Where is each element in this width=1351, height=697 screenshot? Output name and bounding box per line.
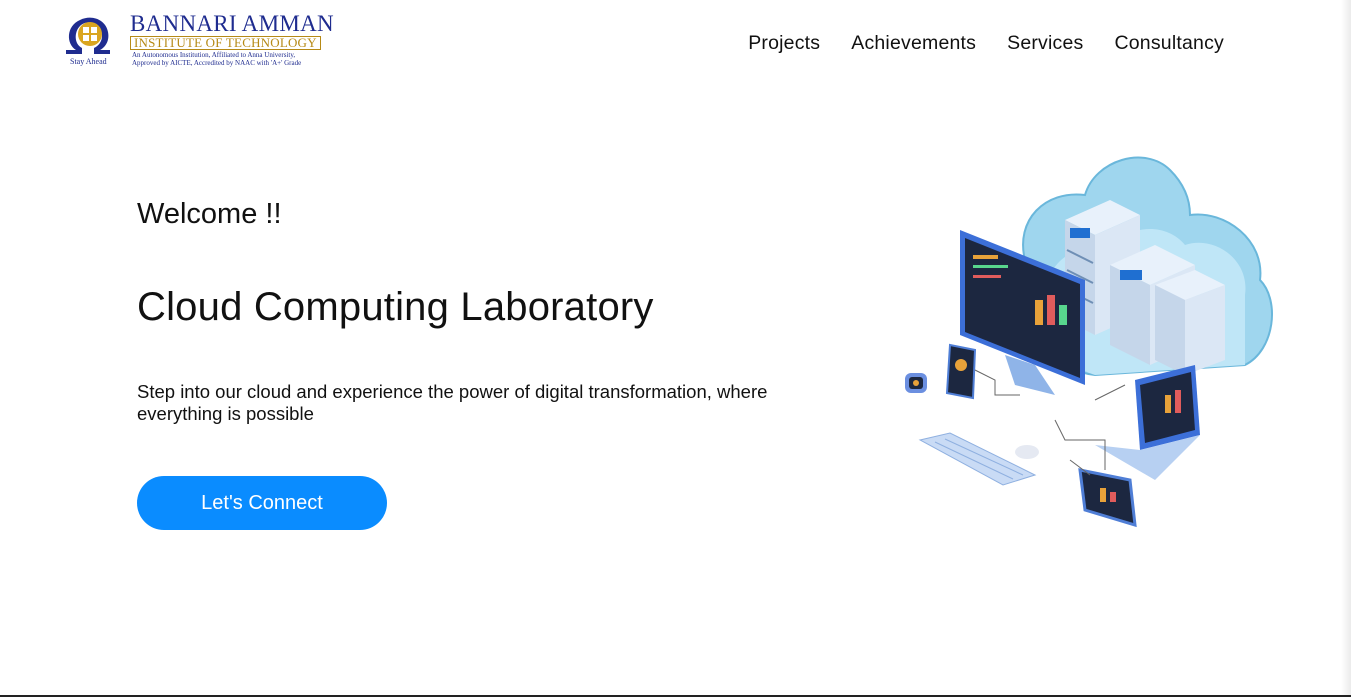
hero-description: Step into our cloud and experience the p… — [137, 381, 768, 424]
logo-tagline: Stay Ahead — [70, 57, 107, 66]
nav-achievements[interactable]: Achievements — [851, 32, 976, 55]
scrollbar-track[interactable] — [1341, 0, 1351, 695]
lets-connect-button[interactable]: Let's Connect — [137, 476, 387, 530]
nav-consultancy[interactable]: Consultancy — [1114, 32, 1224, 55]
nav-projects[interactable]: Projects — [748, 32, 820, 55]
logo-name: BANNARI AMMAN — [130, 11, 334, 36]
site-logo[interactable]: Stay Ahead BANNARI AMMAN INSTITUTE OF TE… — [58, 12, 358, 70]
page-title: Cloud Computing Laboratory — [137, 285, 654, 329]
logo-subtitle: INSTITUTE OF TECHNOLOGY — [130, 36, 321, 50]
main-nav: Projects Achievements Services Consultan… — [748, 32, 1224, 55]
logo-accreditation: Approved by AICTE, Accredited by NAAC wi… — [132, 59, 302, 67]
keyboard-icon — [918, 432, 1037, 486]
welcome-heading: Welcome !! — [137, 198, 282, 230]
tablet-icon — [1078, 468, 1137, 528]
laptop-icon — [1095, 365, 1200, 480]
logo-affiliation: An Autonomous Institution, Affiliated to… — [132, 51, 296, 59]
cloud-computing-illustration — [905, 156, 1273, 528]
nav-services[interactable]: Services — [1007, 32, 1083, 55]
phone-icon — [945, 343, 977, 400]
smartwatch-icon — [905, 373, 927, 393]
mouse-icon — [1015, 445, 1039, 459]
